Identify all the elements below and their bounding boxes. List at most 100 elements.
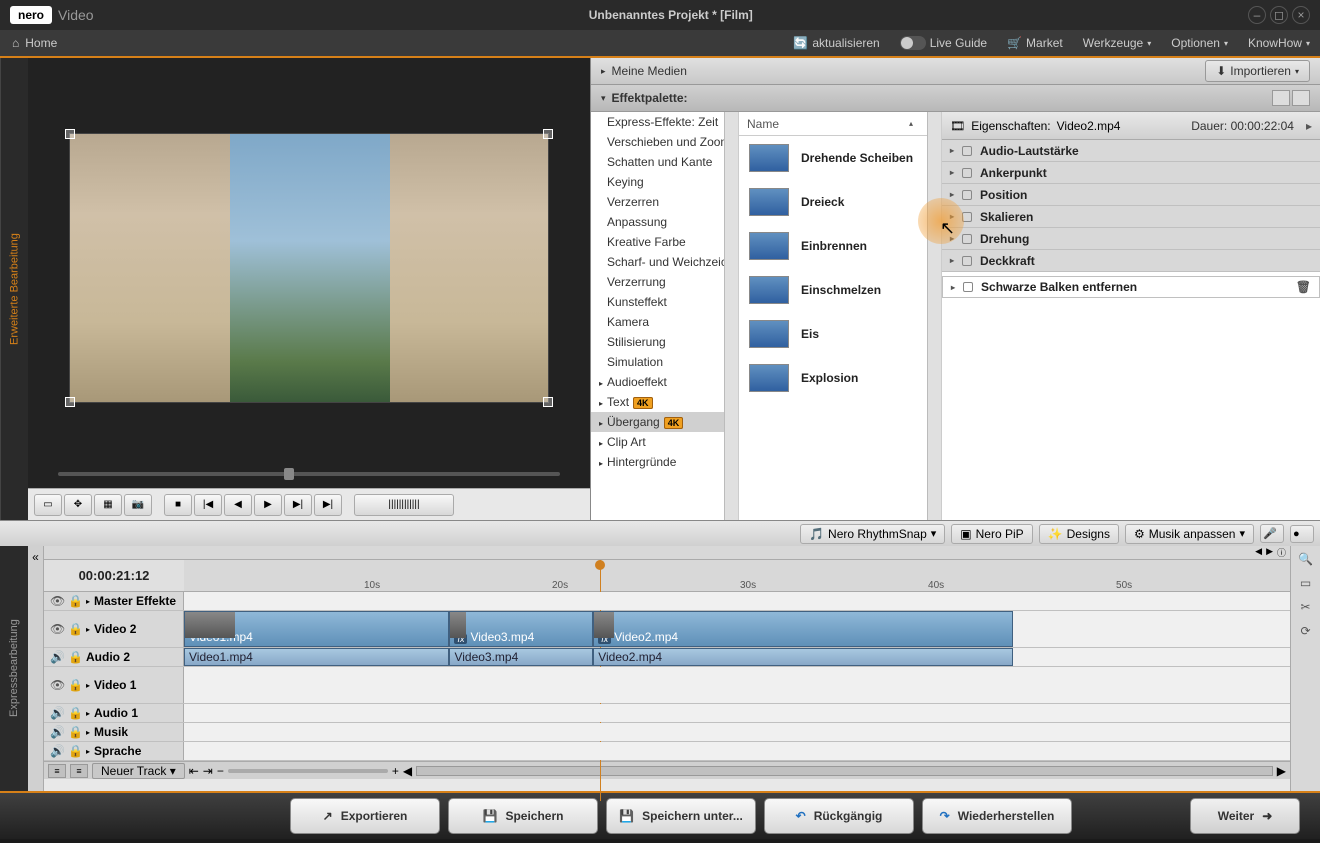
cut-icon[interactable]: ✂ [1300, 600, 1310, 614]
cat-item[interactable]: Kreative Farbe [591, 232, 738, 252]
display-mode-button[interactable]: ▭ [34, 494, 62, 516]
maximize-icon[interactable]: ◻ [1270, 6, 1288, 24]
track-body[interactable] [184, 592, 1290, 610]
liveguide-toggle[interactable]: Live Guide [890, 36, 997, 50]
track-head-audio1[interactable]: 🔊🔒▸Audio 1 [44, 704, 184, 722]
save-button[interactable]: 💾Speichern [448, 798, 598, 834]
nav-right-icon[interactable]: ▶ [1266, 546, 1273, 559]
scrollbar[interactable] [927, 112, 941, 520]
effect-list-header[interactable]: Name ▴ [739, 112, 941, 136]
zoom-slider[interactable] [228, 769, 388, 773]
timeline-ruler[interactable]: 10s 20s 30s 40s 50s [184, 560, 1290, 591]
cat-item[interactable]: Keying [591, 172, 738, 192]
prev-frame-button[interactable]: |◀ [194, 494, 222, 516]
redo-button[interactable]: ↷Wiederherstellen [922, 798, 1072, 834]
music-adjust-button[interactable]: ⚙Musik anpassen▾ [1125, 524, 1254, 544]
cat-item[interactable]: Simulation [591, 352, 738, 372]
jog-wheel[interactable]: |||||||||||| [354, 494, 454, 516]
close-icon[interactable]: × [1292, 6, 1310, 24]
cat-clipart[interactable]: ▸Clip Art [591, 432, 738, 452]
prop-row[interactable]: ▸Audio-Lautstärke [942, 140, 1320, 162]
media-panel-header[interactable]: ▸ Meine Medien ⬇ Importieren ▾ [591, 58, 1320, 85]
cat-text[interactable]: ▸Text4K [591, 392, 738, 412]
prop-row[interactable]: ▸Deckkraft [942, 250, 1320, 272]
effect-item[interactable]: Einbrennen [739, 224, 941, 268]
snap-right-icon[interactable]: ⇥ [203, 764, 213, 778]
step-back-button[interactable]: ◀ [224, 494, 252, 516]
play-button[interactable]: ▶ [254, 494, 282, 516]
cat-backgrounds[interactable]: ▸Hintergründe [591, 452, 738, 472]
cat-item[interactable]: Verzerrung [591, 272, 738, 292]
scroll-left-icon[interactable]: ◀ [403, 764, 412, 778]
track-head-master[interactable]: 👁🔒▸Master Effekte [44, 592, 184, 610]
clip[interactable]: fxVideo2.mp4 [593, 611, 1013, 647]
scrub-slider[interactable] [28, 468, 590, 488]
express-editing-tab[interactable]: Expressbearbeitung [0, 546, 28, 791]
cat-item[interactable]: Kamera [591, 312, 738, 332]
next-button[interactable]: Weiter➜ [1190, 798, 1300, 834]
snap-left-icon[interactable]: ⇤ [189, 764, 199, 778]
new-track-button[interactable]: Neuer Track ▾ [92, 763, 185, 779]
scroll-right-icon[interactable]: ▶ [1277, 764, 1286, 778]
track-head-video2[interactable]: 👁🔒▸Video 2 [44, 611, 184, 647]
knowhow-menu[interactable]: KnowHow▾ [1238, 36, 1320, 50]
magnet-icon[interactable]: 🔍 [1298, 552, 1313, 566]
advanced-editing-tab[interactable]: Erweiterte Bearbeitung [0, 58, 28, 520]
step-fwd-button[interactable]: ▶| [284, 494, 312, 516]
prop-row[interactable]: ▸Position [942, 184, 1320, 206]
cat-transition[interactable]: ▸Übergang4K [591, 412, 738, 432]
grid-view-icon[interactable] [1272, 90, 1290, 106]
track-body[interactable] [184, 704, 1290, 722]
nav-left-icon[interactable]: ◀ [1255, 546, 1262, 559]
effect-item[interactable]: Eis [739, 312, 941, 356]
stop-button[interactable]: ■ [164, 494, 192, 516]
pip-button[interactable]: ▣Nero PiP [951, 524, 1032, 544]
info-icon[interactable]: ⓘ [1277, 546, 1286, 559]
track-body[interactable]: Video1.mp4 fxVideo3.mp4 fxVideo2.mp4 [184, 611, 1290, 647]
designs-button[interactable]: ✨Designs [1039, 524, 1119, 544]
h-scrollbar[interactable] [416, 766, 1273, 776]
clip[interactable]: fxVideo3.mp4 [449, 611, 593, 647]
track-opts-icon[interactable]: ≡ [48, 764, 66, 778]
clip[interactable]: Video3.mp4 [449, 648, 593, 666]
effects-panel-header[interactable]: ▾ Effektpalette: [591, 85, 1320, 112]
record-button[interactable]: ● [1290, 525, 1314, 543]
prop-row-removebars[interactable]: ▸Schwarze Balken entfernen🗑 [942, 276, 1320, 298]
cat-item[interactable]: Express-Effekte: Zeit [591, 112, 738, 132]
fit-button[interactable]: ✥ [64, 494, 92, 516]
track-body[interactable] [184, 667, 1290, 703]
zoom-out-icon[interactable]: − [217, 764, 224, 778]
import-button[interactable]: ⬇ Importieren ▾ [1205, 60, 1310, 82]
market-button[interactable]: 🛒 Market [997, 36, 1073, 50]
scrollbar[interactable] [724, 112, 738, 520]
delete-icon[interactable]: 🗑 [1296, 280, 1311, 294]
effect-item[interactable]: Drehende Scheiben [739, 136, 941, 180]
next-icon[interactable]: ▸ [1306, 119, 1312, 133]
cat-item[interactable]: Schatten und Kante [591, 152, 738, 172]
preview-canvas[interactable] [69, 133, 549, 403]
saveas-button[interactable]: 💾Speichern unter... [606, 798, 756, 834]
clip[interactable]: Video1.mp4 [184, 648, 449, 666]
effect-item[interactable]: Einschmelzen [739, 268, 941, 312]
track-head-speech[interactable]: 🔊🔒▸Sprache [44, 742, 184, 760]
minimize-icon[interactable]: – [1248, 6, 1266, 24]
grid-button[interactable]: ▦ [94, 494, 122, 516]
track-head-video1[interactable]: 👁🔒▸Video 1 [44, 667, 184, 703]
cat-item[interactable]: Verschieben und Zoomen [591, 132, 738, 152]
clip[interactable]: Video1.mp4 [184, 611, 449, 647]
snapshot-button[interactable]: 📷 [124, 494, 152, 516]
options-menu[interactable]: Optionen▾ [1161, 36, 1238, 50]
track-body[interactable] [184, 742, 1290, 760]
home-button[interactable]: ⌂ Home [0, 36, 69, 50]
cat-item[interactable]: Kunsteffekt [591, 292, 738, 312]
mic-button[interactable]: 🎤 [1260, 524, 1284, 543]
prop-row[interactable]: ▸Skalieren [942, 206, 1320, 228]
track-body[interactable] [184, 723, 1290, 741]
effect-item[interactable]: Dreieck [739, 180, 941, 224]
update-button[interactable]: 🔄 aktualisieren [783, 36, 889, 50]
cat-item[interactable]: Anpassung [591, 212, 738, 232]
cat-item[interactable]: Verzerren [591, 192, 738, 212]
export-button[interactable]: ↗Exportieren [290, 798, 440, 834]
track-opts2-icon[interactable]: ≡ [70, 764, 88, 778]
collapse-timeline[interactable]: « [28, 546, 44, 791]
